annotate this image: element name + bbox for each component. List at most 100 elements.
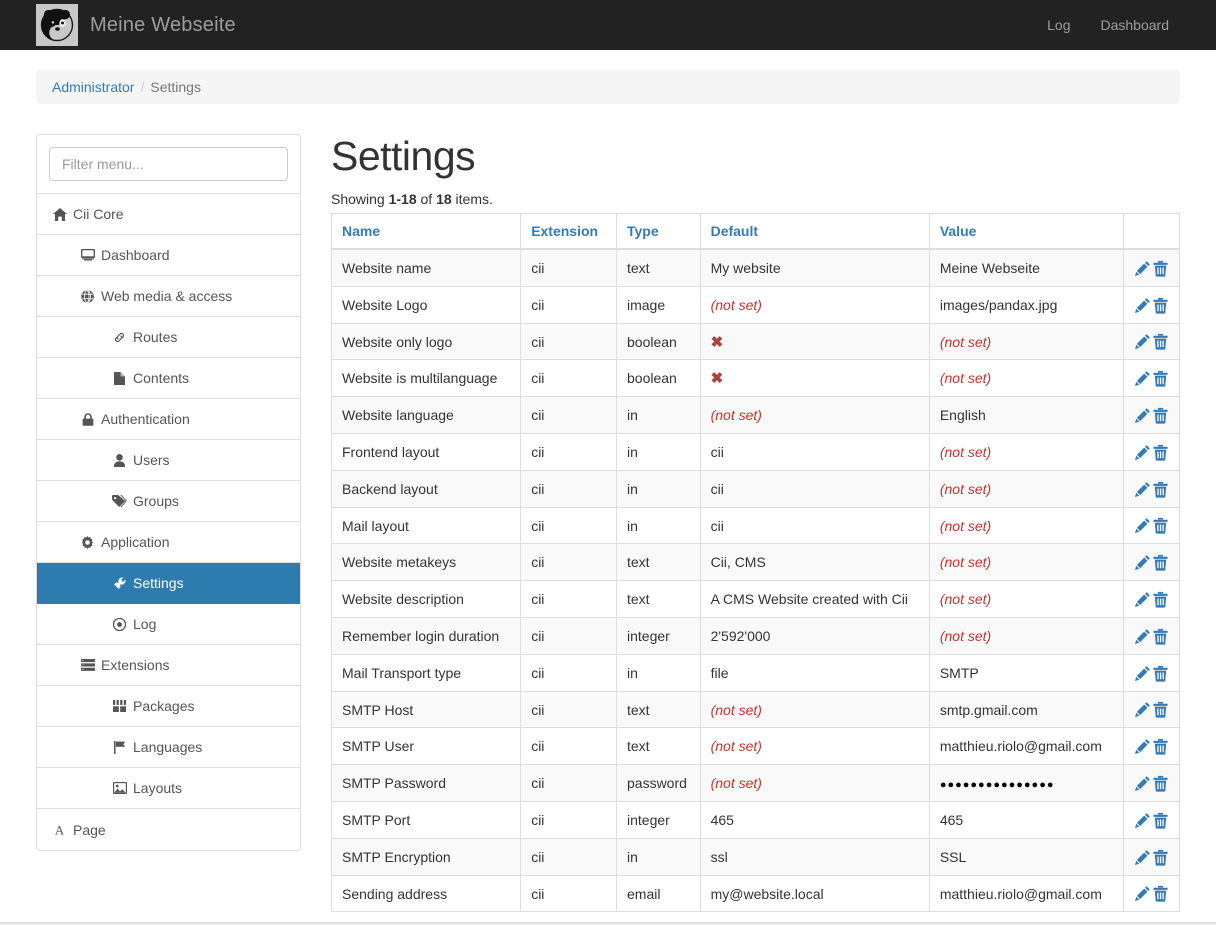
table-row[interactable]: SMTP Port cii integer 465 465	[331, 801, 1180, 839]
pencil-icon[interactable]	[1134, 554, 1151, 571]
trash-icon[interactable]	[1152, 849, 1169, 866]
pencil-icon[interactable]	[1134, 333, 1151, 350]
brand-link[interactable]: Meine Webseite	[0, 4, 236, 46]
cell-actions	[1123, 690, 1180, 728]
trash-icon[interactable]	[1152, 554, 1169, 571]
pencil-icon[interactable]	[1134, 407, 1151, 424]
sidebar-item-layouts[interactable]: Layouts	[37, 768, 300, 809]
table-row[interactable]: Sending address cii email my@website.local m…	[331, 874, 1180, 912]
table-row[interactable]: Website name cii text My website Meine Webse…	[331, 248, 1180, 287]
sidebar-item-settings[interactable]: Settings	[37, 563, 300, 604]
table-row[interactable]: SMTP User cii text (not set) matthieu.riolo@…	[331, 727, 1180, 765]
table-row[interactable]: Mail layout cii in cii (not set)	[331, 506, 1180, 544]
cell-value: Meine Webseite	[929, 248, 1124, 287]
trash-icon[interactable]	[1152, 297, 1169, 314]
sidebar-item-cii-core[interactable]: Cii Core	[37, 194, 300, 235]
trash-icon[interactable]	[1152, 481, 1169, 498]
trash-icon[interactable]	[1152, 333, 1169, 351]
pencil-icon[interactable]	[1134, 591, 1151, 608]
filter-menu-input[interactable]	[49, 147, 288, 181]
table-row[interactable]: SMTP Encryption cii in ssl SSL	[331, 837, 1180, 876]
sidebar-item-users[interactable]: Users	[37, 440, 300, 481]
cell-value-text: smtp.gmail.com	[939, 701, 1038, 718]
table-row[interactable]: Website description cii text A CMS Website …	[331, 580, 1180, 618]
sidebar-item-page[interactable]: A Page	[37, 809, 300, 850]
not-set-label: (not set)	[710, 775, 762, 792]
pencil-icon[interactable]	[1134, 481, 1151, 498]
sidebar-item-contents[interactable]: Contents	[37, 358, 300, 399]
pencil-icon[interactable]	[1134, 517, 1151, 534]
table-row[interactable]: Remember login duration cii integer 2'592'0…	[331, 617, 1180, 655]
pencil-icon[interactable]	[1134, 444, 1151, 461]
cell-extension: cii	[520, 396, 617, 434]
table-row[interactable]: Website metakeys cii text Cii, CMS (not set)	[331, 543, 1180, 581]
trash-icon[interactable]	[1152, 260, 1169, 277]
cell-value-text: matthieu.riolo@gmail.com	[939, 885, 1102, 902]
desktop-icon	[79, 249, 96, 261]
sidebar-item-authentication[interactable]: Authentication	[37, 399, 300, 440]
cell-type: image	[616, 285, 701, 324]
cell-extension: cii	[520, 764, 617, 802]
trash-icon[interactable]	[1152, 885, 1169, 903]
pencil-icon[interactable]	[1134, 628, 1151, 645]
sidebar-item-languages[interactable]: Languages	[37, 727, 300, 768]
column-header-type[interactable]: Type	[616, 213, 701, 251]
pencil-icon[interactable]	[1134, 738, 1151, 755]
table-row[interactable]: Website Logo cii image (not set) images/pand…	[331, 285, 1180, 324]
pencil-icon[interactable]	[1134, 885, 1151, 902]
trash-icon[interactable]	[1152, 407, 1169, 424]
trash-icon[interactable]	[1152, 628, 1169, 645]
trash-icon[interactable]	[1152, 591, 1169, 608]
pencil-icon[interactable]	[1134, 775, 1151, 792]
trash-icon[interactable]	[1152, 738, 1169, 755]
cell-name-text: Website description	[342, 591, 464, 608]
sidebar-item-log[interactable]: Log	[37, 604, 300, 645]
trash-icon[interactable]	[1152, 444, 1169, 461]
nav-link-log[interactable]: Log	[1032, 0, 1085, 50]
trash-icon[interactable]	[1152, 812, 1169, 829]
settings-table: Name Extension Type Default Value Websit…	[331, 213, 1180, 913]
sidebar-item-dashboard[interactable]: Dashboard	[37, 235, 300, 276]
trash-icon[interactable]	[1152, 370, 1169, 387]
sidebar-item-application[interactable]: Application	[37, 522, 300, 563]
breadcrumb-item-administrator[interactable]: Administrator	[52, 79, 134, 95]
cell-extension-text: cii	[531, 554, 545, 571]
cell-actions	[1123, 874, 1180, 912]
cell-default: 465	[700, 801, 930, 839]
cell-extension: cii	[520, 580, 617, 618]
table-row[interactable]: Website is multilanguage cii boolean ✖ (not …	[331, 359, 1180, 397]
trash-icon[interactable]	[1152, 775, 1169, 792]
table-row[interactable]: SMTP Password cii password (not set) ●●●●●●●…	[331, 764, 1180, 802]
sidebar-item-web-media-access[interactable]: Web media & access	[37, 276, 300, 317]
table-row[interactable]: Website language cii in (not set) English	[331, 396, 1180, 434]
table-head: Name Extension Type Default Value	[331, 213, 1180, 251]
cell-actions	[1123, 580, 1180, 618]
column-header-default[interactable]: Default	[700, 213, 930, 251]
pencil-icon[interactable]	[1134, 812, 1151, 829]
pencil-icon[interactable]	[1134, 260, 1151, 277]
sidebar-item-groups[interactable]: Groups	[37, 481, 300, 522]
sidebar-item-packages[interactable]: Packages	[37, 686, 300, 727]
cell-default-text: cii	[710, 517, 724, 534]
pencil-icon[interactable]	[1134, 665, 1151, 682]
pencil-icon[interactable]	[1134, 849, 1151, 866]
table-row[interactable]: SMTP Host cii text (not set) smtp.gmail.com	[331, 690, 1180, 728]
trash-icon[interactable]	[1152, 665, 1169, 682]
pencil-icon[interactable]	[1134, 701, 1151, 718]
table-row[interactable]: Backend layout cii in cii (not set)	[331, 469, 1180, 508]
nav-link-dashboard[interactable]: Dashboard	[1086, 0, 1185, 50]
table-row[interactable]: Website only logo cii boolean ✖ (not set)	[331, 322, 1180, 360]
trash-icon[interactable]	[1152, 517, 1169, 535]
column-header-name[interactable]: Name	[331, 213, 522, 251]
cell-extension-text: cii	[531, 775, 545, 792]
globe-icon	[79, 289, 96, 303]
table-row[interactable]: Frontend layout cii in cii (not set)	[331, 433, 1180, 471]
trash-icon[interactable]	[1152, 701, 1169, 719]
sidebar-item-routes[interactable]: Routes	[37, 317, 300, 358]
column-header-value[interactable]: Value	[929, 213, 1124, 251]
pencil-icon[interactable]	[1134, 297, 1151, 314]
column-header-extension[interactable]: Extension	[520, 213, 617, 251]
sidebar-item-extensions[interactable]: Extensions	[37, 645, 300, 686]
table-row[interactable]: Mail Transport type cii in file SMTP	[331, 653, 1180, 692]
pencil-icon[interactable]	[1134, 370, 1151, 387]
